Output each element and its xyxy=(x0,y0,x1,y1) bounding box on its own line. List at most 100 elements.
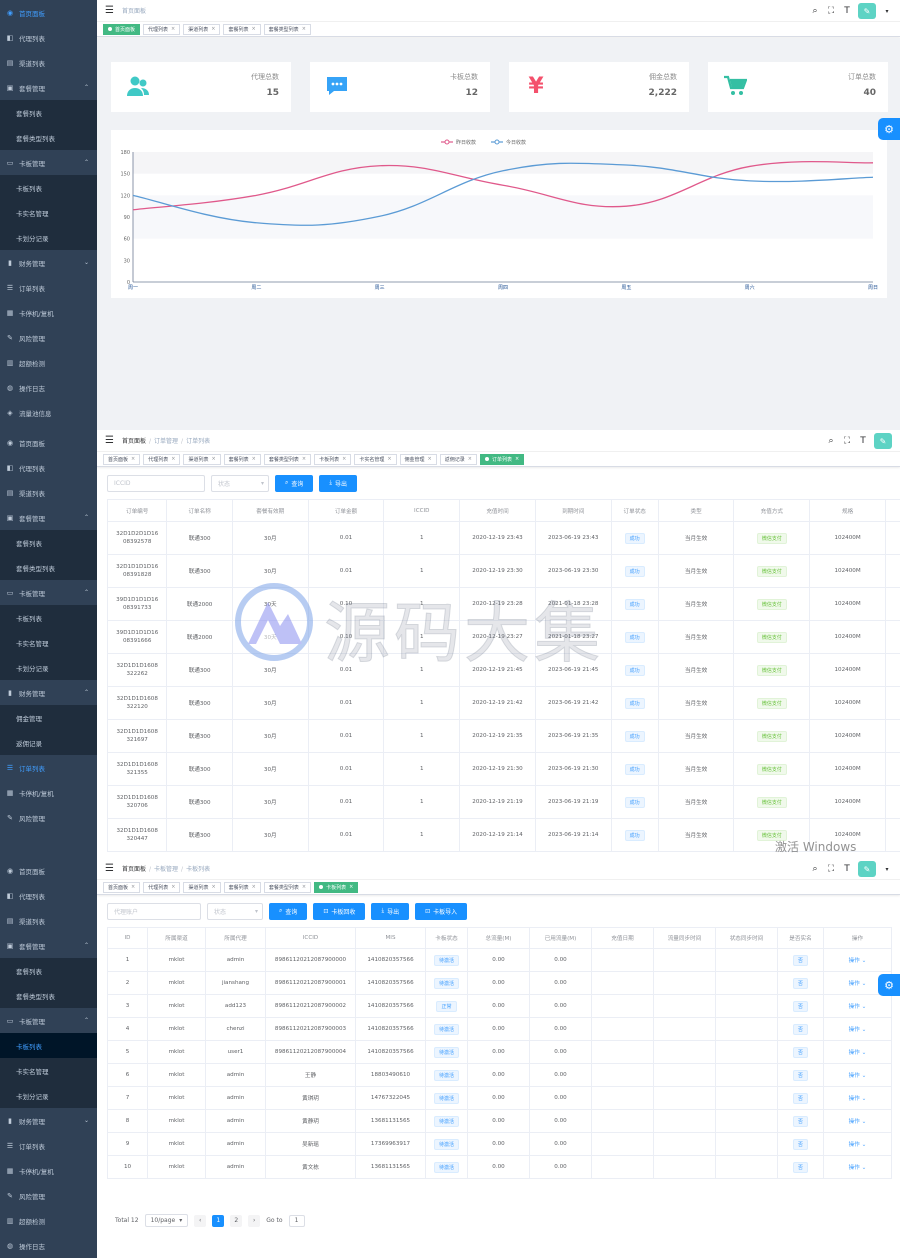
sidebar-item[interactable]: ◈ 流量池信息 xyxy=(0,400,97,425)
action-dropdown[interactable]: 操作 ⌄ xyxy=(849,1096,867,1102)
sidebar-item[interactable]: 套餐列表 xyxy=(0,100,97,125)
sidebar-item[interactable]: ▦ 卡停机/复机 xyxy=(0,1158,97,1183)
avatar[interactable]: ✎ xyxy=(858,3,876,19)
sidebar-item[interactable]: ◧ 代理列表 xyxy=(0,455,97,480)
sidebar-item[interactable]: ☰ 订单列表 xyxy=(0,755,97,780)
sidebar-item[interactable]: 套餐列表 xyxy=(0,530,97,555)
sidebar-item[interactable]: ◉ 首页面板 xyxy=(0,430,97,455)
avatar[interactable]: ✎ xyxy=(874,433,892,449)
tag-item[interactable]: 卡板列表 × xyxy=(314,881,359,893)
sidebar-item[interactable]: ▭ 卡板管理 ⌃ xyxy=(0,1008,97,1033)
close-icon[interactable]: × xyxy=(387,456,391,462)
tag-item[interactable]: 佣金管理 × xyxy=(399,453,437,465)
search-icon[interactable]: ⌕ xyxy=(810,864,820,874)
prev-page-button[interactable]: ‹ xyxy=(194,1214,207,1227)
close-icon[interactable]: × xyxy=(302,26,306,32)
status-select[interactable]: 状态 ▾ xyxy=(211,474,269,492)
breadcrumb-item[interactable]: 首页面板 xyxy=(122,438,146,445)
sidebar-item[interactable]: ◧ 代理列表 xyxy=(0,883,97,908)
tag-item[interactable]: 渠道列表 × xyxy=(183,881,221,893)
tag-item[interactable]: 套餐类型列表 × xyxy=(263,881,312,893)
close-icon[interactable]: × xyxy=(171,456,175,462)
sidebar-item[interactable]: 佣金管理 xyxy=(0,705,97,730)
sidebar-item[interactable]: ▥ 超额检测 xyxy=(0,350,97,375)
close-icon[interactable]: × xyxy=(171,884,175,890)
sidebar-item[interactable]: ☰ 订单列表 xyxy=(0,275,97,300)
sidebar-item[interactable]: ▮ 财务管理 ⌄ xyxy=(0,250,97,275)
fullscreen-icon[interactable]: ⛶ xyxy=(826,6,836,16)
action-dropdown[interactable]: 操作 ⌄ xyxy=(849,958,867,964)
settings-gear-icon[interactable]: ⚙ xyxy=(878,974,900,996)
sidebar-item[interactable]: 套餐列表 xyxy=(0,958,97,983)
sidebar-item[interactable]: ✎ 风险管理 xyxy=(0,805,97,830)
sidebar-item[interactable]: ✎ 风险管理 xyxy=(0,1183,97,1208)
tag-item[interactable]: 首页面板 xyxy=(103,23,141,35)
tag-item[interactable]: 套餐列表 × xyxy=(223,453,261,465)
close-icon[interactable]: × xyxy=(211,26,215,32)
page-size-select[interactable]: 10/page ▾ xyxy=(144,1214,189,1227)
action-dropdown[interactable]: 操作 ⌄ xyxy=(849,1073,867,1079)
sidebar-item[interactable]: ◍ 操作日志 xyxy=(0,375,97,400)
sidebar-item[interactable]: 卡板列表 xyxy=(0,1033,97,1058)
sidebar-item[interactable]: ▭ 卡板管理 ⌃ xyxy=(0,150,97,175)
sidebar-item[interactable]: ✎ 风险管理 xyxy=(0,325,97,350)
close-icon[interactable]: × xyxy=(302,456,306,462)
close-icon[interactable]: × xyxy=(468,456,472,462)
chevron-down-icon[interactable]: ▾ xyxy=(882,8,892,15)
export-button[interactable]: ⤓ 导出 xyxy=(319,474,358,492)
action-dropdown[interactable]: 操作 ⌄ xyxy=(849,1119,867,1125)
tag-item[interactable]: 渠道列表 × xyxy=(183,23,221,35)
close-icon[interactable]: × xyxy=(428,456,432,462)
tag-item[interactable]: 首页面板 × xyxy=(103,453,141,465)
next-page-button[interactable]: › xyxy=(248,1214,261,1227)
search-icon[interactable]: ⌕ xyxy=(810,6,820,16)
action-dropdown[interactable]: 操作 ⌄ xyxy=(849,1165,867,1171)
action-dropdown[interactable]: 操作 ⌄ xyxy=(849,1142,867,1148)
tag-item[interactable]: 套餐列表 × xyxy=(223,881,261,893)
close-icon[interactable]: × xyxy=(252,884,256,890)
sidebar-item[interactable]: ▭ 卡板管理 ⌃ xyxy=(0,580,97,605)
stat-card-cards[interactable]: 卡板总数 12 xyxy=(310,62,490,112)
breadcrumb-item[interactable]: 首页面板 xyxy=(122,866,146,873)
action-dropdown[interactable]: 操作 ⌄ xyxy=(849,981,867,987)
sidebar-item[interactable]: 卡实名管理 xyxy=(0,630,97,655)
close-icon[interactable]: × xyxy=(349,884,353,890)
sidebar-item[interactable]: 卡划分记录 xyxy=(0,1083,97,1108)
close-icon[interactable]: × xyxy=(515,456,519,462)
sidebar-item[interactable]: ◍ 操作日志 xyxy=(0,1233,97,1258)
sidebar-item[interactable]: ▣ 套餐管理 ⌃ xyxy=(0,933,97,958)
hamburger-icon[interactable]: ☰ xyxy=(105,435,114,446)
tag-item[interactable]: 套餐列表 × xyxy=(223,23,261,35)
goto-input[interactable]: 1 xyxy=(288,1214,305,1227)
sidebar-item[interactable]: ▤ 渠道列表 xyxy=(0,50,97,75)
tag-item[interactable]: 返佣记录 × xyxy=(439,453,477,465)
import-button[interactable]: ⊡ 卡板导入 xyxy=(415,902,468,920)
font-size-icon[interactable]: T xyxy=(842,864,852,874)
breadcrumb-item[interactable]: 卡板管理 xyxy=(154,866,178,873)
stat-card-agents[interactable]: 代理总数 15 xyxy=(111,62,291,112)
chevron-down-icon[interactable]: ▾ xyxy=(882,866,892,873)
close-icon[interactable]: × xyxy=(131,884,135,890)
sidebar-item[interactable]: 卡板列表 xyxy=(0,175,97,200)
stat-card-orders[interactable]: 订单总数 40 xyxy=(708,62,888,112)
recycle-button[interactable]: ⊡ 卡板回收 xyxy=(313,902,366,920)
sidebar-item[interactable]: 套餐类型列表 xyxy=(0,125,97,150)
search-button[interactable]: ⌕ 查询 xyxy=(275,474,314,492)
tag-item[interactable]: 套餐类型列表 × xyxy=(263,453,312,465)
sidebar-item[interactable]: ◧ 代理列表 xyxy=(0,25,97,50)
hamburger-icon[interactable]: ☰ xyxy=(105,863,114,874)
breadcrumb-item[interactable]: 订单管理 xyxy=(154,438,178,445)
tag-item[interactable]: 代理列表 × xyxy=(143,453,181,465)
tag-item[interactable]: 渠道列表 × xyxy=(183,453,221,465)
fullscreen-icon[interactable]: ⛶ xyxy=(826,864,836,874)
close-icon[interactable]: × xyxy=(171,26,175,32)
close-icon[interactable]: × xyxy=(252,456,256,462)
search-icon[interactable]: ⌕ xyxy=(826,436,836,446)
page-1-button[interactable]: 1 xyxy=(212,1214,225,1227)
sidebar-item[interactable]: 卡板列表 xyxy=(0,605,97,630)
close-icon[interactable]: × xyxy=(211,884,215,890)
fullscreen-icon[interactable]: ⛶ xyxy=(842,436,852,446)
sidebar-item[interactable]: ▦ 卡停机/复机 xyxy=(0,780,97,805)
sidebar-item[interactable]: 套餐类型列表 xyxy=(0,983,97,1008)
sidebar-item[interactable]: ▣ 套餐管理 ⌃ xyxy=(0,75,97,100)
